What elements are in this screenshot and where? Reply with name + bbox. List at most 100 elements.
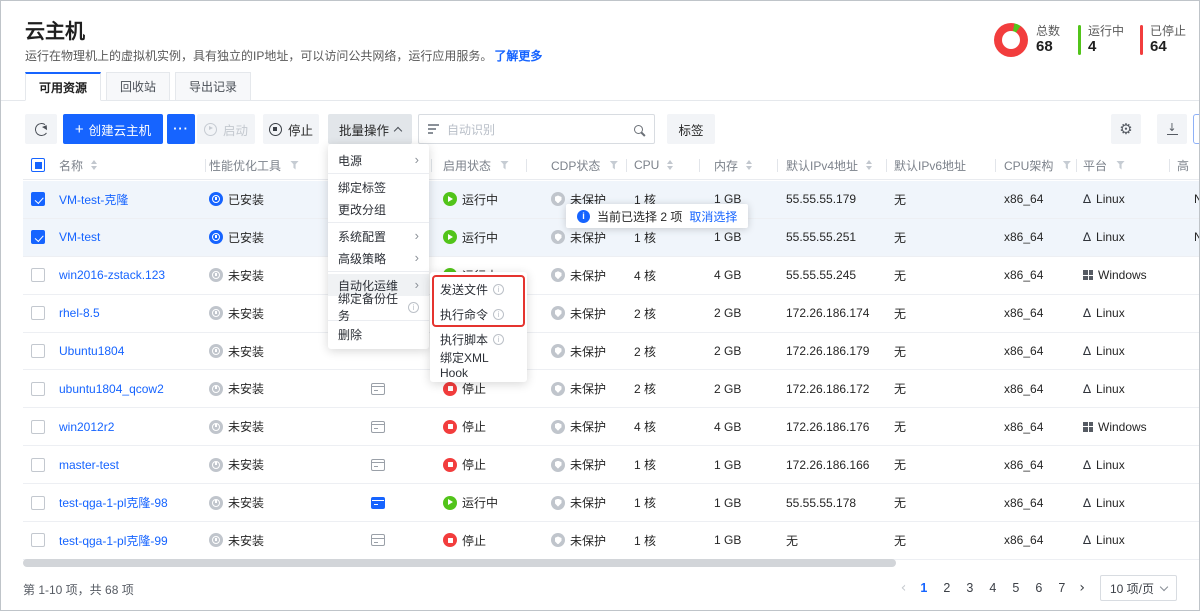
sort-icon[interactable]	[746, 160, 752, 170]
filter-icon[interactable]	[609, 161, 618, 170]
vm-name-link[interactable]: ubuntu1804_qcow2	[59, 382, 164, 396]
refresh-button[interactable]	[25, 114, 57, 144]
page-number-1[interactable]: 1	[915, 581, 932, 595]
clipped-edge-button[interactable]	[1193, 114, 1200, 144]
search-input[interactable]: 自动识别	[418, 114, 655, 144]
row-checkbox[interactable]	[31, 230, 45, 244]
stop-button[interactable]: 停止	[263, 114, 319, 144]
row-checkbox[interactable]	[31, 268, 45, 282]
menu-item-label: 删除	[338, 326, 362, 343]
table-header-row: 名称性能优化工具 启用状态CDP状态CPU内存默认IPv4地址默认IPv6地址CP…	[23, 151, 1200, 180]
vm-name-link[interactable]: Ubuntu1804	[59, 344, 124, 358]
vm-name-link[interactable]: test-qga-1-pl克隆-98	[59, 494, 168, 511]
tool-cell: 未安装	[205, 408, 331, 445]
row-checkbox[interactable]	[31, 192, 45, 206]
tool-status-text: 未安装	[228, 343, 264, 360]
tab-export-records[interactable]: 导出记录	[175, 72, 251, 101]
ipv4-cell: 55.55.55.251	[777, 219, 886, 256]
next-page-button[interactable]: ›	[1076, 580, 1088, 596]
submenu-item-1[interactable]: 执行命令i	[430, 302, 527, 327]
column-header-cdp[interactable]: CDP状态	[526, 151, 626, 179]
batch-menu-item-3[interactable]: 更改分组	[328, 198, 429, 220]
console-icon[interactable]	[371, 383, 385, 395]
column-header-mem[interactable]: 内存	[699, 151, 777, 179]
console-icon[interactable]	[371, 534, 385, 546]
console-icon[interactable]	[371, 459, 385, 471]
vm-name-link[interactable]: win2012r2	[59, 420, 114, 434]
column-header-platform[interactable]: 平台	[1076, 151, 1169, 179]
sort-icon[interactable]	[866, 160, 872, 170]
horizontal-scrollbar[interactable]	[23, 559, 896, 567]
column-header-arch[interactable]: CPU架构	[995, 151, 1076, 179]
row-checkbox[interactable]	[31, 533, 45, 547]
vm-name-link[interactable]: rhel-8.5	[59, 306, 100, 320]
vm-name-link[interactable]: win2016-zstack.123	[59, 268, 165, 282]
row-checkbox[interactable]	[31, 420, 45, 434]
submenu-item-3[interactable]: 绑定XML Hook	[430, 352, 527, 377]
sort-icon[interactable]	[667, 160, 673, 170]
vm-name-link[interactable]: VM-test	[59, 230, 100, 244]
row-checkbox[interactable]	[31, 382, 45, 396]
page-number-5[interactable]: 5	[1007, 581, 1024, 595]
column-header-ha[interactable]: 高	[1169, 151, 1200, 179]
column-header-cpu[interactable]: CPU	[626, 151, 699, 179]
page-number-6[interactable]: 6	[1030, 581, 1047, 595]
more-actions-button[interactable]: ···	[167, 114, 195, 144]
column-header-status[interactable]: 启用状态	[431, 151, 526, 179]
batch-menu-item-0[interactable]: 电源›	[328, 149, 429, 171]
row-checkbox-cell	[23, 333, 53, 370]
row-checkbox[interactable]	[31, 344, 45, 358]
column-settings-button[interactable]: ⚙	[1111, 114, 1141, 144]
column-header-ipv4[interactable]: 默认IPv4地址	[777, 151, 886, 179]
previous-page-button[interactable]: ‹	[898, 580, 910, 596]
page-number-4[interactable]: 4	[984, 581, 1001, 595]
export-button[interactable]: ↓	[1157, 114, 1187, 144]
filter-icon[interactable]	[1062, 161, 1071, 170]
memory-cell: 1 GB	[699, 446, 777, 483]
status-text: 停止	[462, 532, 486, 549]
tab-available-resources[interactable]: 可用资源	[25, 72, 101, 101]
platform-cell: Windows	[1076, 408, 1169, 445]
sort-icon[interactable]	[91, 160, 97, 170]
tab-recycle-bin[interactable]: 回收站	[106, 72, 170, 101]
filter-icon[interactable]	[290, 161, 299, 170]
tag-button[interactable]: 标签	[667, 114, 715, 144]
cancel-selection-link[interactable]: 取消选择	[689, 208, 737, 225]
create-vm-button[interactable]: +创建云主机	[63, 114, 163, 144]
console-icon[interactable]	[371, 421, 385, 433]
tool-cell: 未安装	[205, 333, 331, 370]
page-number-7[interactable]: 7	[1053, 581, 1070, 595]
filter-icon[interactable]	[1116, 161, 1125, 170]
column-header-ipv6[interactable]: 默认IPv6地址	[886, 151, 995, 179]
row-checkbox[interactable]	[31, 496, 45, 510]
column-header-name[interactable]: 名称	[53, 151, 205, 179]
page-number-2[interactable]: 2	[938, 581, 955, 595]
cpu-cell: 4 核	[626, 257, 699, 294]
console-icon[interactable]	[371, 497, 385, 509]
row-checkbox[interactable]	[31, 306, 45, 320]
learn-more-link[interactable]: 了解更多	[494, 49, 542, 63]
select-all-checkbox[interactable]	[31, 158, 45, 172]
batch-menu-item-6[interactable]: 高级策略›	[328, 247, 429, 269]
vm-name-link[interactable]: master-test	[59, 458, 119, 472]
submenu-item-label: 发送文件	[440, 281, 488, 298]
submenu-item-label: 执行命令	[440, 306, 488, 323]
batch-menu-item-11[interactable]: 删除	[328, 323, 429, 345]
filter-icon[interactable]	[500, 161, 509, 170]
search-icon[interactable]	[634, 125, 643, 134]
submenu-item-0[interactable]: 发送文件i	[430, 277, 527, 302]
start-button[interactable]: 启动	[197, 114, 255, 144]
batch-menu-item-9[interactable]: 绑定备份任务i	[328, 296, 429, 318]
vm-name-link[interactable]: VM-test-克隆	[59, 191, 128, 208]
cdp-text: 未保护	[570, 343, 606, 360]
batch-menu-item-5[interactable]: 系统配置›	[328, 225, 429, 247]
column-header-tool[interactable]: 性能优化工具	[205, 151, 331, 179]
cdp-cell: 未保护	[526, 522, 626, 559]
batch-menu-item-2[interactable]: 绑定标签	[328, 176, 429, 198]
row-checkbox[interactable]	[31, 458, 45, 472]
batch-operations-button[interactable]: 批量操作	[328, 114, 412, 144]
page-size-select[interactable]: 10 项/页	[1100, 575, 1177, 601]
vm-name-link[interactable]: test-qga-1-pl克隆-99	[59, 532, 168, 549]
page-number-3[interactable]: 3	[961, 581, 978, 595]
ipv4-cell: 172.26.186.176	[777, 408, 886, 445]
